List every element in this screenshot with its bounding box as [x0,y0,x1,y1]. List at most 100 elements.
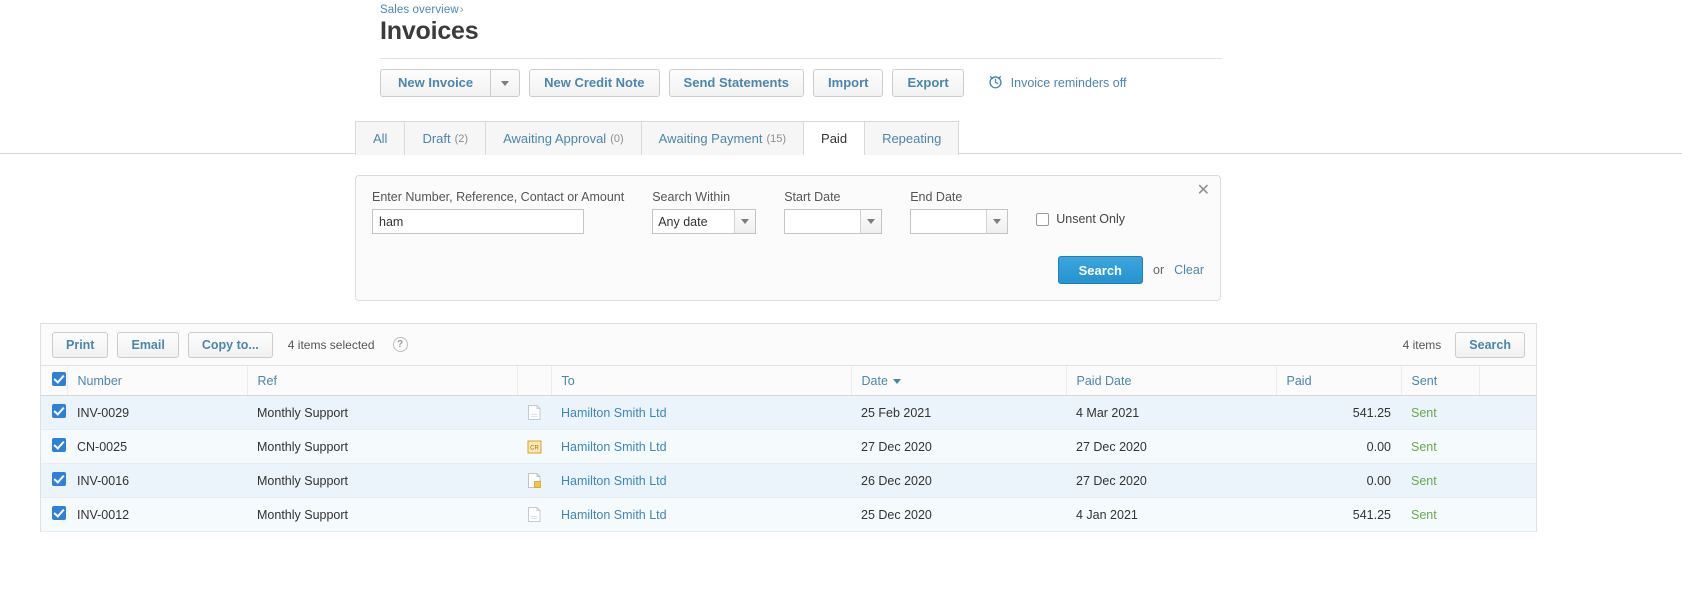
tab-label: Awaiting Approval [503,131,607,146]
calendar-dropdown-icon [860,210,882,233]
selected-count-label: 4 items selected [287,337,375,352]
chevron-down-icon [734,210,756,233]
column-header-spacer [1478,365,1536,396]
close-icon[interactable]: ✕ [1197,183,1210,199]
query-field-group: Enter Number, Reference, Contact or Amou… [372,190,624,234]
print-button[interactable]: Print [52,331,109,358]
search-within-value: Any date [658,214,708,229]
row-select-cell[interactable] [41,463,67,498]
contact-link[interactable]: Hamilton Smith Ltd [561,440,667,454]
tab-all[interactable]: All [355,121,405,155]
search-input[interactable] [372,209,584,234]
cell-paid-date: 4 Jan 2021 [1066,497,1276,532]
cell-paid-date: 27 Dec 2020 [1066,463,1276,498]
invoice-list-card: Print Email Copy to... 4 items selected … [40,323,1537,532]
cell-paid-date: 4 Mar 2021 [1066,395,1276,430]
cell-sent: Sent [1401,497,1479,532]
search-panel-actions: Search or Clear [372,256,1204,284]
new-invoice-split-button: New Invoice [380,69,521,97]
copy-to-button[interactable]: Copy to... [187,331,273,358]
tab-count: (15) [766,132,787,145]
list-action-bar: Print Email Copy to... 4 items selected … [41,324,1536,365]
sent-status: Sent [1411,405,1437,420]
cell-to: Hamilton Smith Ltd [551,497,851,532]
help-icon[interactable]: ? [392,337,408,352]
cell-to: Hamilton Smith Ltd [551,463,851,498]
search-within-group: Search Within Any date [652,190,757,234]
cell-date: 26 Dec 2020 [851,463,1066,498]
document-icon [517,497,551,532]
tab-awaiting-approval[interactable]: Awaiting Approval (0) [485,121,641,155]
cell-sent: Sent [1401,463,1479,498]
export-button[interactable]: Export [892,69,964,97]
select-all-checkbox[interactable] [52,372,66,386]
table-row[interactable]: INV-0012 Monthly Support Hamilton Smith Lt… [41,497,1536,532]
contact-link[interactable]: Hamilton Smith Ltd [561,508,667,522]
column-header-to[interactable]: To [550,365,851,396]
page-title: Invoices [380,17,479,45]
start-date-label: Start Date [784,190,841,204]
credit-note-icon: CR [517,429,551,464]
unsent-only-label: Unsent Only [1056,212,1125,226]
cell-spacer [1479,429,1536,464]
invoice-reminders-toggle[interactable]: Invoice reminders off [987,73,1126,93]
cell-ref: Monthly Support [247,463,517,498]
tab-label: Draft [422,131,451,146]
table-row[interactable]: INV-0016 Monthly Support Hamilton Smith Lt… [41,463,1536,498]
column-header-paid-date[interactable]: Paid Date [1065,365,1276,396]
new-credit-note-button[interactable]: New Credit Note [529,69,660,97]
search-within-select[interactable]: Any date [652,209,757,234]
new-invoice-dropdown-button[interactable] [490,69,521,97]
tab-count: (2) [454,132,469,145]
cell-date: 25 Feb 2021 [851,395,1066,430]
tab-awaiting-payment[interactable]: Awaiting Payment (15) [640,121,804,155]
document-credited-icon [517,463,551,498]
email-button[interactable]: Email [117,331,179,358]
column-header-date[interactable]: Date [850,365,1066,396]
new-invoice-button[interactable]: New Invoice [380,69,491,97]
search-submit-button[interactable]: Search [1057,256,1143,284]
sort-desc-icon [892,378,901,384]
row-checkbox[interactable] [52,438,66,452]
list-search-button[interactable]: Search [1455,331,1525,358]
cell-ref: Monthly Support [247,395,517,430]
cell-sent: Sent [1401,429,1479,464]
table-row[interactable]: CN-0025 Monthly Support CR Hamilton Smith L… [41,429,1536,464]
tab-paid[interactable]: Paid [803,121,865,155]
column-header-paid[interactable]: Paid [1275,365,1401,396]
column-header-number[interactable]: Number [66,365,247,396]
row-select-cell[interactable] [41,395,67,430]
cell-date: 27 Dec 2020 [851,429,1066,464]
row-checkbox[interactable] [52,472,66,486]
unsent-only-checkbox[interactable] [1036,212,1050,226]
cell-paid-date: 27 Dec 2020 [1066,429,1276,464]
cell-paid: 0.00 [1276,429,1401,464]
breadcrumb-link-sales-overview[interactable]: Sales overview [380,4,459,16]
table-row[interactable]: INV-0029 Monthly Support Hamilton Smith Lt… [41,395,1536,430]
row-select-cell[interactable] [41,497,67,532]
search-within-label: Search Within [652,190,731,204]
clear-search-link[interactable]: Clear [1174,263,1204,277]
column-header-ref[interactable]: Ref [246,365,517,396]
end-date-label: End Date [910,190,963,204]
row-checkbox[interactable] [52,506,66,520]
tab-draft[interactable]: Draft (2) [404,121,486,155]
document-icon [517,395,551,430]
select-all-header[interactable] [41,365,67,396]
column-header-icon [516,365,551,396]
cell-paid: 541.25 [1276,497,1401,532]
tab-count: (0) [610,132,624,145]
alarm-clock-icon [987,73,1004,93]
send-statements-button[interactable]: Send Statements [668,69,805,97]
column-header-sent[interactable]: Sent [1400,365,1479,396]
cell-to: Hamilton Smith Ltd [551,429,851,464]
contact-link[interactable]: Hamilton Smith Ltd [561,474,667,488]
contact-link[interactable]: Hamilton Smith Ltd [561,406,667,420]
import-button[interactable]: Import [813,69,884,97]
row-select-cell[interactable] [41,429,67,464]
end-date-input[interactable] [910,209,1009,234]
chevron-down-icon [501,80,510,86]
row-checkbox[interactable] [52,404,66,418]
start-date-input[interactable] [784,209,883,234]
tab-repeating[interactable]: Repeating [864,121,960,155]
